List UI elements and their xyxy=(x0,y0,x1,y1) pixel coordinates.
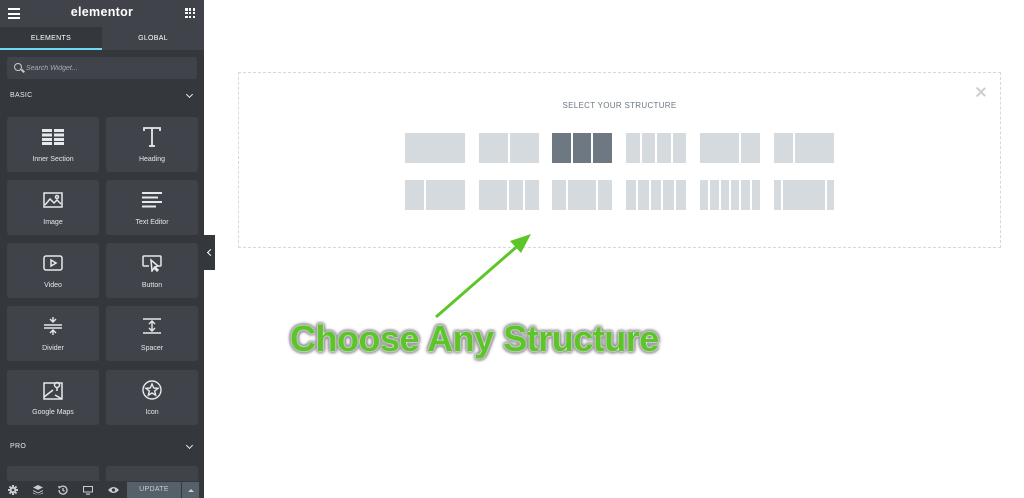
annotation-caption: Choose Any Structure xyxy=(290,318,659,359)
annotation-arrow xyxy=(435,234,531,319)
